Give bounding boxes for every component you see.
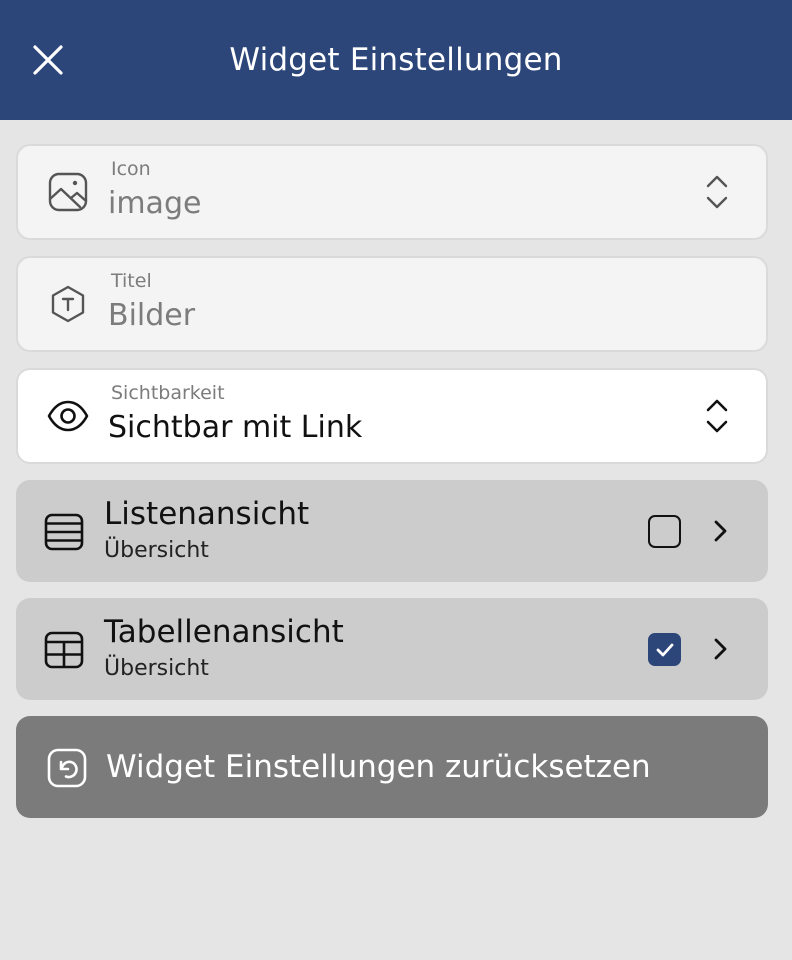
title-hexagon-icon — [46, 282, 90, 326]
list-icon — [40, 508, 88, 556]
icon-field-value: image — [108, 186, 202, 221]
reset-widget-settings-button[interactable]: Widget Einstellungen zurücksetzen — [16, 716, 768, 818]
reset-label: Widget Einstellungen zurücksetzen — [106, 749, 651, 785]
table-view-checkbox[interactable] — [648, 633, 681, 666]
title-input-field[interactable]: Titel Bilder — [16, 256, 768, 352]
title-field-label: Titel — [111, 270, 152, 292]
list-view-checkbox[interactable] — [648, 515, 681, 548]
title-field-value: Bilder — [108, 298, 196, 333]
icon-select-field[interactable]: Icon image — [16, 144, 768, 240]
reset-icon — [44, 745, 90, 791]
close-button[interactable] — [28, 40, 68, 80]
chevron-right-icon — [706, 516, 734, 546]
list-view-subtitle: Übersicht — [104, 538, 209, 563]
icon-field-label: Icon — [111, 158, 151, 180]
visibility-field-label: Sichtbarkeit — [111, 382, 225, 404]
table-icon — [40, 626, 88, 674]
top-bar: Widget Einstellungen — [0, 0, 792, 120]
updown-icon[interactable] — [702, 396, 732, 436]
page-title: Widget Einstellungen — [229, 42, 563, 78]
updown-icon[interactable] — [702, 172, 732, 212]
image-icon — [46, 170, 90, 214]
visibility-select-field[interactable]: Sichtbarkeit Sichtbar mit Link — [16, 368, 768, 464]
checkmark-icon — [656, 643, 673, 656]
table-view-subtitle: Übersicht — [104, 656, 209, 681]
eye-icon — [46, 394, 90, 438]
chevron-right-icon — [706, 634, 734, 664]
table-view-row[interactable]: Tabellenansicht Übersicht — [16, 598, 768, 700]
list-view-row[interactable]: Listenansicht Übersicht — [16, 480, 768, 582]
close-icon — [33, 45, 63, 75]
visibility-field-value: Sichtbar mit Link — [108, 410, 363, 445]
list-view-title: Listenansicht — [104, 496, 310, 532]
table-view-title: Tabellenansicht — [104, 614, 344, 650]
